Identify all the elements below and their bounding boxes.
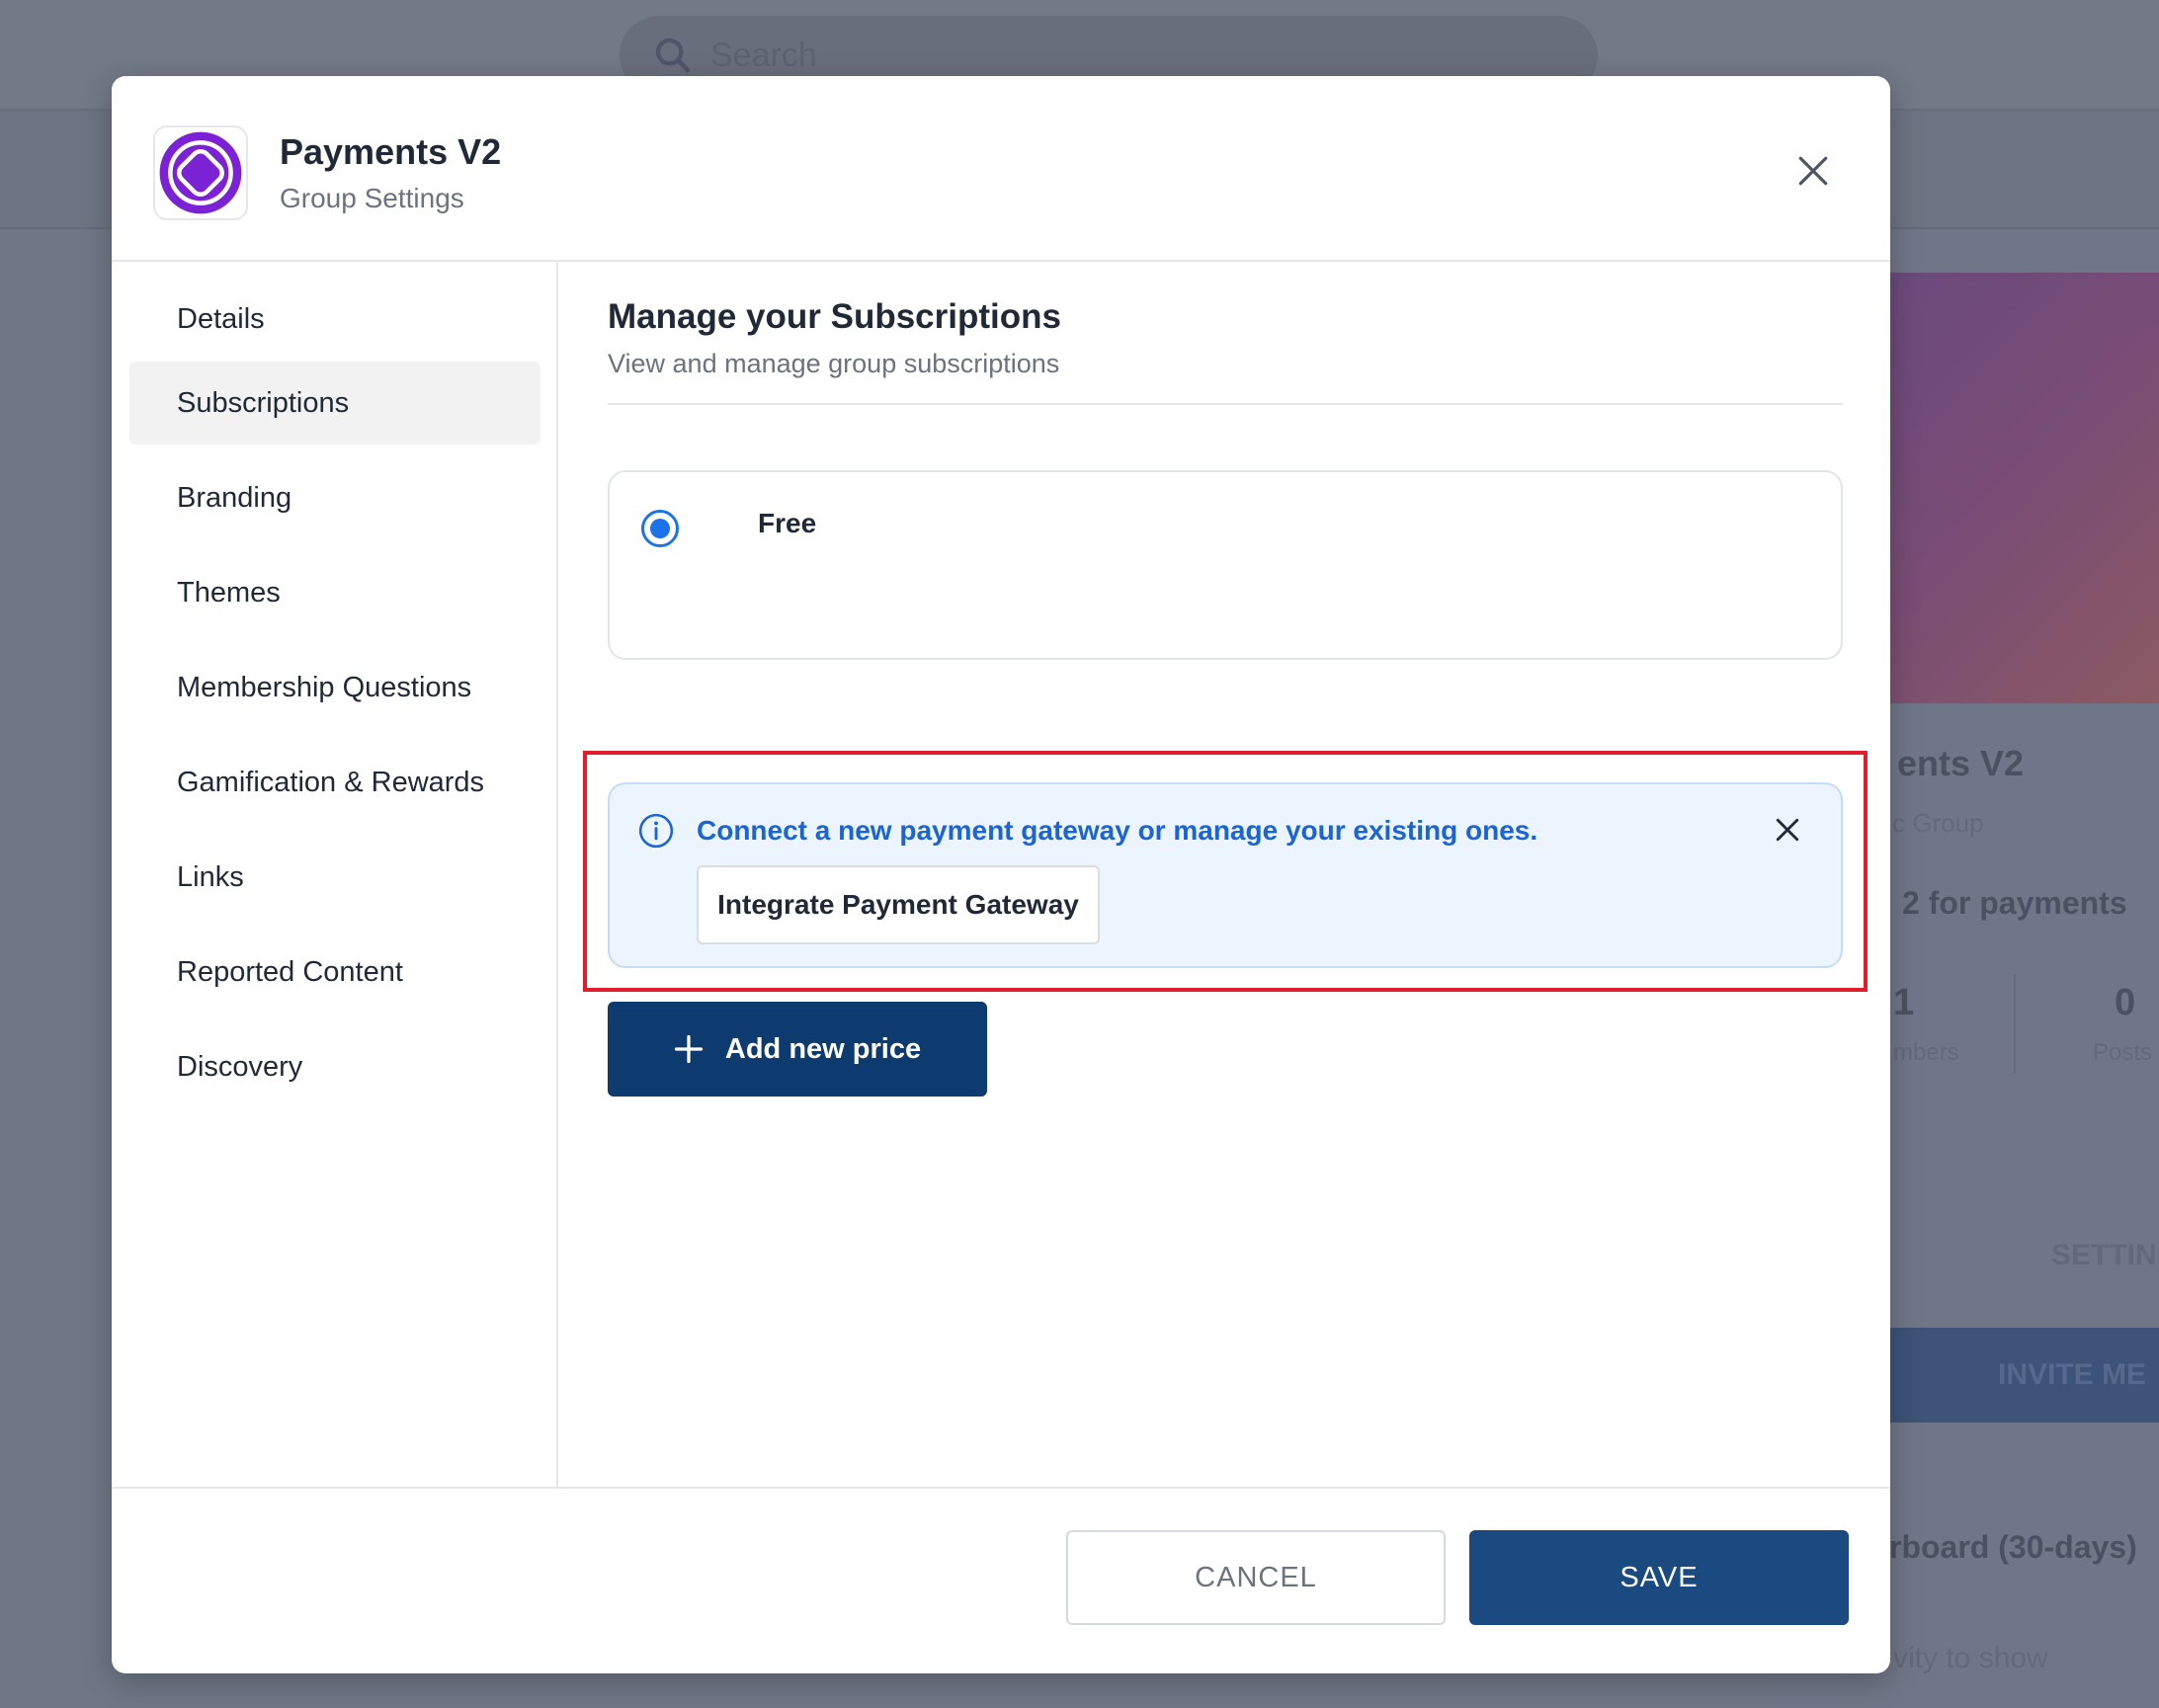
plus-icon bbox=[674, 1034, 704, 1064]
sidebar-item-reported-content[interactable]: Reported Content bbox=[129, 931, 540, 1014]
close-icon bbox=[1776, 818, 1799, 842]
background-stat-label: mbers bbox=[1893, 1039, 1959, 1066]
sidebar-item-themes[interactable]: Themes bbox=[129, 551, 540, 634]
integrate-payment-gateway-button[interactable]: Integrate Payment Gateway bbox=[697, 865, 1100, 944]
info-icon bbox=[638, 813, 674, 849]
sidebar-item-links[interactable]: Links bbox=[129, 836, 540, 919]
plan-name: Free bbox=[758, 508, 817, 538]
background-stat-divider bbox=[2014, 974, 2016, 1073]
sidebar-item-details[interactable]: Details bbox=[129, 278, 540, 361]
sidebar-item-subscriptions[interactable]: Subscriptions bbox=[129, 362, 540, 445]
sidebar-item-membership-questions[interactable]: Membership Questions bbox=[129, 646, 540, 729]
background-leaderboard-title: rboard (30-days) bbox=[1889, 1529, 2137, 1565]
modal-footer: CANCEL SAVE bbox=[112, 1487, 1890, 1673]
background-payments-note: 2 for payments bbox=[1902, 885, 2127, 921]
modal-title: Payments V2 bbox=[280, 131, 502, 172]
section-subtitle: View and manage group subscriptions bbox=[608, 349, 1060, 378]
background-invite-button: INVITE ME bbox=[1889, 1328, 2159, 1423]
payment-gateway-alert: Connect a new payment gateway or manage … bbox=[608, 782, 1843, 968]
section-title: Manage your Subscriptions bbox=[608, 297, 1061, 336]
add-new-price-label: Add new price bbox=[724, 1032, 922, 1065]
section-divider bbox=[608, 403, 1843, 405]
sidebar-item-branding[interactable]: Branding bbox=[129, 456, 540, 539]
background-invite-label: INVITE ME bbox=[1998, 1358, 2147, 1391]
modal-header: Payments V2 Group Settings bbox=[112, 76, 1890, 262]
search-icon bbox=[655, 38, 691, 73]
background-activity-text: vity to show bbox=[1893, 1642, 2048, 1674]
cancel-button[interactable]: CANCEL bbox=[1066, 1530, 1446, 1625]
modal-close-button[interactable] bbox=[1787, 145, 1839, 197]
modal-subtitle: Group Settings bbox=[280, 183, 464, 213]
save-button[interactable]: SAVE bbox=[1469, 1530, 1849, 1625]
background-stat-label: Posts bbox=[2093, 1039, 2153, 1066]
background-group-banner bbox=[1889, 273, 2159, 703]
plan-radio-selected[interactable] bbox=[641, 510, 679, 547]
background-search-placeholder: Search bbox=[710, 36, 817, 74]
background-stat-value: 0 bbox=[2115, 982, 2136, 1023]
sidebar-item-gamification-rewards[interactable]: Gamification & Rewards bbox=[129, 741, 540, 824]
background-group-type: c Group bbox=[1892, 808, 1984, 838]
subscriptions-content: Manage your Subscriptions View and manag… bbox=[558, 262, 1890, 1487]
alert-message: Connect a new payment gateway or manage … bbox=[697, 815, 1538, 846]
group-settings-modal: Payments V2 Group Settings Details Subsc… bbox=[112, 76, 1890, 1673]
radio-dot bbox=[650, 519, 670, 538]
group-logo bbox=[153, 125, 248, 220]
background-settings-tab: SETTIN bbox=[2051, 1239, 2157, 1271]
background-group-title: ents V2 bbox=[1897, 743, 2025, 783]
sidebar-item-discovery[interactable]: Discovery bbox=[129, 1025, 540, 1108]
alert-dismiss-button[interactable] bbox=[1766, 808, 1809, 852]
subscription-plan-card[interactable]: Free bbox=[608, 470, 1843, 660]
background-stat-value: 1 bbox=[1893, 982, 1915, 1023]
add-new-price-button[interactable]: Add new price bbox=[608, 1002, 987, 1097]
close-icon bbox=[1798, 156, 1828, 186]
group-logo-icon bbox=[159, 131, 242, 214]
settings-sidebar: Details Subscriptions Branding Themes Me… bbox=[112, 262, 558, 1487]
